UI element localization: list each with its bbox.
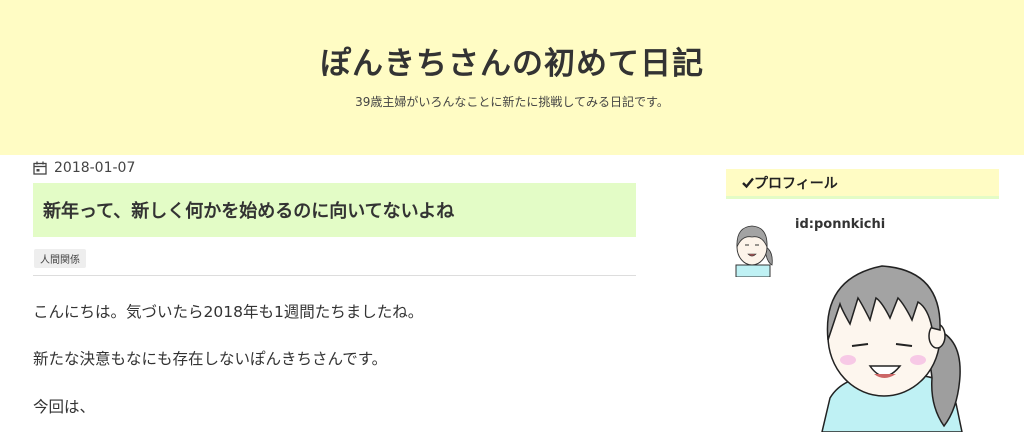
calendar-icon — [33, 161, 47, 175]
entry-title-box: 新年って、新しく何かを始めるのに向いてないよね — [33, 183, 636, 237]
entry-title[interactable]: 新年って、新しく何かを始めるのに向いてないよね — [33, 197, 454, 223]
category-label[interactable]: 人間関係 — [34, 249, 86, 268]
entry-paragraph: こんにちは。気づいたら2018年も1週間たちましたね。 — [33, 303, 424, 321]
blog-title[interactable]: ぽんきちさんの初めて日記 — [0, 38, 1024, 83]
entry-main: 2018-01-07 新年って、新しく何かを始めるのに向いてないよね 人間関係 … — [33, 155, 636, 432]
checkmark-icon — [742, 177, 754, 188]
divider — [33, 275, 636, 276]
entry-date: 2018-01-07 — [33, 158, 135, 178]
blog-description: 39歳主婦がいろんなことに新たに挑戦してみる日記です。 — [355, 95, 669, 109]
entry-paragraph: 新たな決意もなにも存在しないぽんきちさんです。 — [33, 350, 388, 368]
avatar[interactable] — [732, 215, 782, 277]
widget-title: プロフィール — [754, 175, 838, 192]
profile-illustration — [821, 265, 963, 432]
profile-id[interactable]: id:ponnkichi — [795, 217, 885, 232]
entry-paragraph: 今回は、 — [33, 398, 96, 416]
blog-header: ぽんきちさんの初めて日記 39歳主婦がいろんなことに新たに挑戦してみる日記です。 — [0, 0, 1024, 155]
profile-widget-header: プロフィール — [726, 169, 999, 199]
entry-date-text[interactable]: 2018-01-07 — [54, 160, 135, 176]
